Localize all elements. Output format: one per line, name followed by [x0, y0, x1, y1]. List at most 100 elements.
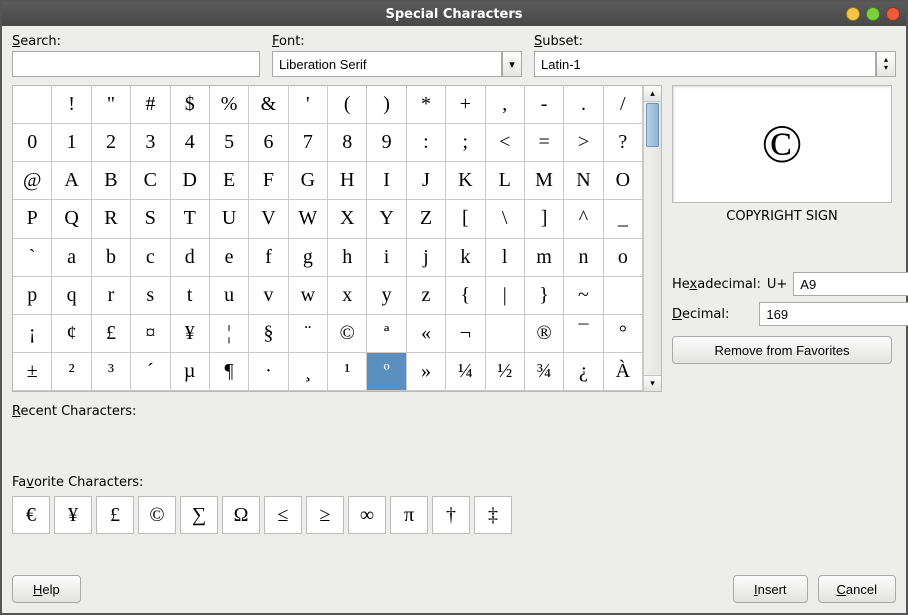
- chevron-down-icon[interactable]: ▾: [502, 51, 522, 77]
- char-cell[interactable]: §: [249, 315, 288, 353]
- char-cell[interactable]: P: [13, 200, 52, 238]
- char-cell[interactable]: ¡: [13, 315, 52, 353]
- char-cell[interactable]: ¢: [52, 315, 91, 353]
- character-grid[interactable]: !"#$%&'()*+,-./0123456789:;<=>?@ABCDEFGH…: [13, 86, 643, 391]
- char-cell[interactable]: M: [525, 162, 564, 200]
- char-cell[interactable]: E: [210, 162, 249, 200]
- char-cell[interactable]: 8: [328, 124, 367, 162]
- scroll-thumb[interactable]: [646, 103, 659, 147]
- char-cell[interactable]: a: [52, 239, 91, 277]
- char-cell[interactable]: h: [328, 239, 367, 277]
- char-cell[interactable]: U: [210, 200, 249, 238]
- char-cell[interactable]: G: [289, 162, 328, 200]
- maximize-button[interactable]: [866, 7, 880, 21]
- char-cell[interactable]: ;: [446, 124, 485, 162]
- char-cell[interactable]: 9: [367, 124, 406, 162]
- char-cell[interactable]: $: [171, 86, 210, 124]
- favorite-cell[interactable]: £: [96, 496, 134, 534]
- char-cell[interactable]: p: [13, 277, 52, 315]
- char-cell[interactable]: .: [564, 86, 603, 124]
- char-cell[interactable]: m: [525, 239, 564, 277]
- char-cell[interactable]: X: [328, 200, 367, 238]
- close-button[interactable]: [886, 7, 900, 21]
- subset-combo[interactable]: ▴▾: [534, 51, 896, 77]
- char-cell[interactable]: 1: [52, 124, 91, 162]
- char-cell[interactable]: K: [446, 162, 485, 200]
- char-cell[interactable]: Z: [407, 200, 446, 238]
- char-cell[interactable]: t: [171, 277, 210, 315]
- char-cell[interactable]: W: [289, 200, 328, 238]
- char-cell[interactable]: w: [289, 277, 328, 315]
- favorite-cell[interactable]: π: [390, 496, 428, 534]
- char-cell[interactable]: Q: [52, 200, 91, 238]
- char-cell[interactable]: r: [92, 277, 131, 315]
- char-cell[interactable]: e: [210, 239, 249, 277]
- char-cell[interactable]: ®: [525, 315, 564, 353]
- char-cell[interactable]: |: [486, 277, 525, 315]
- hex-input[interactable]: [793, 272, 908, 296]
- char-cell[interactable]: c: [131, 239, 170, 277]
- char-cell[interactable]: 4: [171, 124, 210, 162]
- insert-button[interactable]: Insert: [733, 575, 808, 603]
- favorite-cell[interactable]: ¥: [54, 496, 92, 534]
- char-cell[interactable]: T: [171, 200, 210, 238]
- font-combo[interactable]: ▾: [272, 51, 522, 77]
- char-cell[interactable]: z: [407, 277, 446, 315]
- char-cell[interactable]: <: [486, 124, 525, 162]
- char-cell[interactable]: ]: [525, 200, 564, 238]
- char-cell[interactable]: &: [249, 86, 288, 124]
- minimize-button[interactable]: [846, 7, 860, 21]
- favorite-cell[interactable]: ∑: [180, 496, 218, 534]
- char-cell[interactable]: ²: [52, 353, 91, 391]
- char-cell[interactable]: 2: [92, 124, 131, 162]
- char-cell[interactable]: ¿: [564, 353, 603, 391]
- char-cell[interactable]: ·: [249, 353, 288, 391]
- char-cell[interactable]: #: [131, 86, 170, 124]
- char-cell[interactable]: A: [52, 162, 91, 200]
- char-cell[interactable]: ¥: [171, 315, 210, 353]
- char-cell[interactable]: ³: [92, 353, 131, 391]
- char-cell[interactable]: /: [604, 86, 643, 124]
- char-cell[interactable]: s: [131, 277, 170, 315]
- char-cell[interactable]: J: [407, 162, 446, 200]
- char-cell[interactable]: ¦: [210, 315, 249, 353]
- char-cell[interactable]: g: [289, 239, 328, 277]
- char-cell[interactable]: µ: [171, 353, 210, 391]
- char-cell[interactable]: {: [446, 277, 485, 315]
- char-cell[interactable]: H: [328, 162, 367, 200]
- char-cell[interactable]: ©: [328, 315, 367, 353]
- char-cell[interactable]: 7: [289, 124, 328, 162]
- char-cell[interactable]: ): [367, 86, 406, 124]
- char-cell[interactable]: 0: [13, 124, 52, 162]
- char-cell[interactable]: À: [604, 353, 643, 391]
- char-cell[interactable]: ^: [564, 200, 603, 238]
- char-cell[interactable]: ¶: [210, 353, 249, 391]
- char-cell[interactable]: £: [92, 315, 131, 353]
- char-cell[interactable]: 5: [210, 124, 249, 162]
- char-cell[interactable]: [: [446, 200, 485, 238]
- char-cell[interactable]: j: [407, 239, 446, 277]
- help-button[interactable]: Help: [12, 575, 81, 603]
- char-cell[interactable]: d: [171, 239, 210, 277]
- char-cell[interactable]: y: [367, 277, 406, 315]
- char-cell[interactable]: =: [525, 124, 564, 162]
- scroll-down-icon[interactable]: ▾: [644, 375, 661, 391]
- char-cell[interactable]: b: [92, 239, 131, 277]
- search-input[interactable]: [12, 51, 260, 77]
- cancel-button[interactable]: Cancel: [818, 575, 896, 603]
- char-cell[interactable]: ': [289, 86, 328, 124]
- char-cell[interactable]: u: [210, 277, 249, 315]
- spinner-icon[interactable]: ▴▾: [876, 51, 896, 77]
- favorite-cell[interactable]: Ω: [222, 496, 260, 534]
- grid-scrollbar[interactable]: ▴ ▾: [643, 86, 661, 391]
- char-cell[interactable]: k: [446, 239, 485, 277]
- char-cell[interactable]: \: [486, 200, 525, 238]
- char-cell[interactable]: V: [249, 200, 288, 238]
- char-cell[interactable]: (: [328, 86, 367, 124]
- char-cell[interactable]: i: [367, 239, 406, 277]
- char-cell[interactable]: R: [92, 200, 131, 238]
- char-cell[interactable]: x: [328, 277, 367, 315]
- char-cell[interactable]: °: [604, 315, 643, 353]
- favorite-cell[interactable]: €: [12, 496, 50, 534]
- char-cell[interactable]: ¾: [525, 353, 564, 391]
